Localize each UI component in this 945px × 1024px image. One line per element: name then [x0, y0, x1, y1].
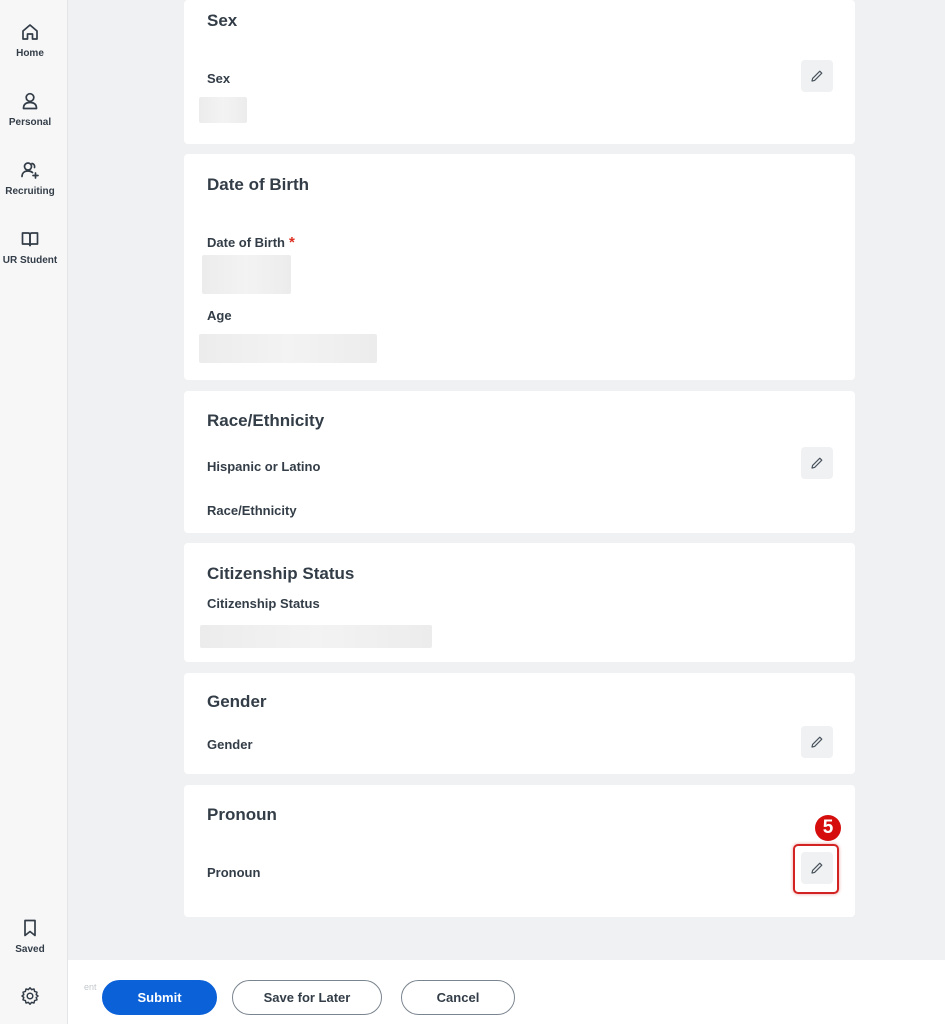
sidebar-item-label: Personal — [8, 117, 52, 128]
sidebar-item-label: Home — [16, 48, 44, 59]
sex-card: Sex Sex — [184, 0, 855, 144]
recruiting-icon — [21, 162, 39, 179]
age-label: Age — [207, 308, 232, 323]
date-of-birth-label-text: Date of Birth — [207, 235, 285, 250]
pencil-icon — [811, 736, 823, 748]
pronoun-title: Pronoun — [207, 805, 277, 824]
date-of-birth-title: Date of Birth — [207, 175, 309, 194]
required-marker: * — [289, 234, 295, 251]
gender-label: Gender — [207, 737, 253, 752]
citizenship-status-value-redacted — [200, 625, 432, 648]
sidebar-item-saved[interactable]: Saved — [0, 918, 60, 955]
race-ethnicity-label: Race/Ethnicity — [207, 503, 297, 518]
pencil-icon — [811, 457, 823, 469]
sidebar-item-ur-student[interactable]: UR Student — [0, 229, 60, 266]
sidebar-item-label: Recruiting — [5, 186, 55, 197]
citizenship-status-title: Citizenship Status — [207, 564, 355, 583]
gear-icon — [21, 987, 39, 1005]
date-of-birth-value-redacted — [202, 255, 291, 294]
person-icon — [22, 92, 38, 110]
hispanic-or-latino-label: Hispanic or Latino — [207, 459, 321, 474]
age-value-redacted — [199, 334, 377, 363]
gender-card: Gender Gender — [184, 673, 855, 774]
settings-button[interactable] — [0, 986, 60, 1006]
date-of-birth-card: Date of Birth Date of Birth * Age — [184, 154, 855, 380]
sex-title: Sex — [207, 11, 238, 30]
sidebar: Home Personal Recruiting UR Student Save… — [0, 0, 68, 1024]
bookmark-icon — [24, 919, 36, 937]
sidebar-item-recruiting[interactable]: Recruiting — [0, 160, 60, 197]
sex-label: Sex — [207, 71, 231, 86]
pronoun-card: Pronoun Pronoun 5 — [184, 785, 855, 917]
citizenship-status-label: Citizenship Status — [207, 596, 320, 611]
tutorial-highlight-box — [793, 844, 839, 894]
race-ethnicity-card: Race/Ethnicity Hispanic or Latino Race/E… — [184, 391, 855, 533]
sidebar-item-home[interactable]: Home — [0, 22, 60, 59]
date-of-birth-label: Date of Birth * — [207, 234, 295, 251]
sidebar-item-label: UR Student — [2, 255, 58, 266]
gender-edit-button[interactable] — [801, 726, 833, 758]
pronoun-label: Pronoun — [207, 865, 261, 880]
save-for-later-button[interactable]: Save for Later — [232, 980, 382, 1015]
sex-value-redacted — [199, 97, 247, 123]
citizenship-status-card: Citizenship Status Citizenship Status — [184, 543, 855, 662]
book-icon — [21, 232, 39, 247]
race-ethnicity-title: Race/Ethnicity — [207, 411, 325, 430]
submit-button[interactable]: Submit — [102, 980, 217, 1015]
action-bar: ent Submit Save for Later Cancel — [68, 960, 945, 1024]
faint-footer-text: ent — [84, 982, 97, 992]
sidebar-item-personal[interactable]: Personal — [0, 91, 60, 128]
home-icon — [22, 24, 38, 40]
sidebar-item-label: Saved — [15, 944, 45, 955]
gender-title: Gender — [207, 692, 267, 711]
race-ethnicity-edit-button[interactable] — [801, 447, 833, 479]
cancel-button[interactable]: Cancel — [401, 980, 515, 1015]
main-content: Sex Sex Date of Birth Date of Birth * Age… — [68, 0, 945, 960]
sex-edit-button[interactable] — [801, 60, 833, 92]
pencil-icon — [811, 70, 823, 82]
step-number-badge: 5 — [815, 815, 841, 841]
